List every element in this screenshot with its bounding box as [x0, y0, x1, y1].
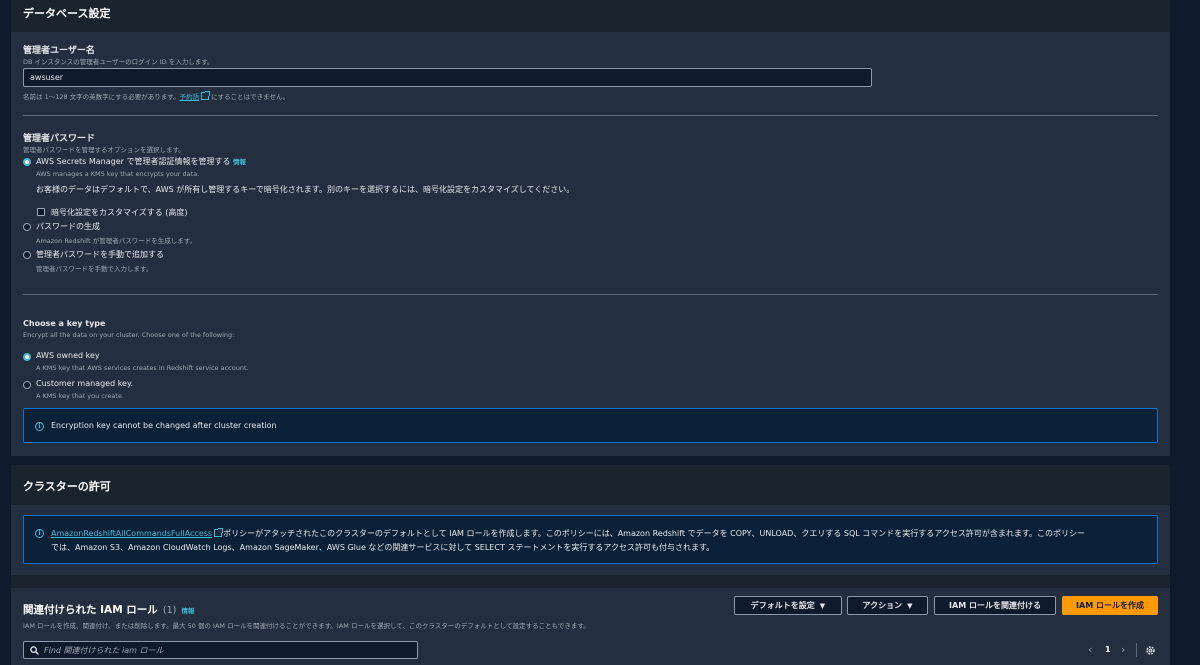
- admin-user-input[interactable]: awsuser: [23, 68, 872, 87]
- admin-password-desc: 管理者パスワードを管理するオプションを選択します。: [23, 146, 185, 154]
- option-manual-password[interactable]: 管理者パスワードを手動で追加する: [36, 249, 164, 260]
- policy-link[interactable]: AmazonRedshiftAllCommandsFullAccess: [51, 529, 212, 538]
- pagination-next[interactable]: ›: [1121, 643, 1125, 656]
- option-secrets-manager-desc: AWS manages a KMS key that encrypts your…: [36, 170, 200, 178]
- cluster-permissions-title: クラスターの許可: [23, 480, 111, 493]
- set-default-button[interactable]: デフォルトを設定 ▼: [734, 596, 842, 615]
- cluster-permissions-alert-line1: AmazonRedshiftAllCommandsFullAccess ポリシーが…: [51, 528, 1085, 539]
- cluster-permissions-panel: クラスターの許可 i AmazonRedshiftAllCommandsFull…: [11, 465, 1170, 665]
- option-secrets-manager[interactable]: AWS Secrets Manager で管理者認証情報を管理する 情報: [36, 156, 246, 167]
- radio-manual-password[interactable]: [23, 251, 31, 259]
- option-customer-managed-key[interactable]: Customer managed key.: [36, 379, 133, 388]
- external-link-icon: [214, 528, 224, 537]
- iam-role-search-input[interactable]: Find 関連付けられた iam ロール: [23, 641, 418, 659]
- radio-generate-password[interactable]: [23, 223, 31, 231]
- cluster-permissions-alert: i AmazonRedshiftAllCommandsFullAccess ポリシ…: [23, 515, 1158, 564]
- customize-encryption-checkbox[interactable]: [37, 208, 45, 216]
- info-icon: i: [35, 529, 44, 538]
- admin-user-value: awsuser: [30, 73, 64, 82]
- caret-down-icon: ▼: [907, 601, 913, 610]
- iam-roles-heading: 関連付けられた IAM ロール (1) 情報: [23, 598, 194, 617]
- option-aws-owned-key-desc: A KMS key that AWS services creates in R…: [36, 364, 249, 372]
- set-default-label: デフォルトを設定: [750, 601, 815, 610]
- hint-text: 名前は 1〜128 文字の英数字にする必要があります。: [23, 93, 180, 101]
- admin-user-desc: DB インスタンスの管理者ユーザーのログイン ID を入力します。: [23, 58, 214, 66]
- customize-encryption-label[interactable]: 暗号化設定をカスタマイズする (高度): [51, 207, 188, 218]
- caret-down-icon: ▼: [819, 601, 826, 610]
- admin-user-hint: 名前は 1〜128 文字の英数字にする必要があります。予約語 にすることはできませ…: [23, 91, 289, 101]
- actions-button[interactable]: アクション ▼: [847, 596, 928, 615]
- database-settings-panel: データベース設定 管理者ユーザー名 DB インスタンスの管理者ユーザーのログイン…: [11, 0, 1170, 456]
- pagination-prev[interactable]: ‹: [1088, 643, 1092, 656]
- admin-password-label: 管理者パスワード: [23, 134, 96, 144]
- option-generate-password[interactable]: パスワードの生成: [36, 221, 100, 232]
- search-placeholder: Find 関連付けられた iam ロール: [44, 645, 164, 655]
- external-link-icon: [201, 91, 211, 100]
- actions-label: アクション: [862, 601, 903, 610]
- database-settings-title: データベース設定: [23, 7, 111, 20]
- encryption-alert-text: Encryption key cannot be changed after c…: [51, 421, 277, 430]
- create-iam-role-button[interactable]: IAM ロールを作成: [1062, 596, 1158, 615]
- iam-roles-count: (1): [162, 605, 177, 616]
- info-link[interactable]: 情報: [233, 158, 246, 166]
- option-aws-owned-key[interactable]: AWS owned key: [36, 351, 100, 360]
- gear-icon[interactable]: [1145, 645, 1156, 656]
- info-link[interactable]: 情報: [181, 607, 194, 615]
- radio-aws-owned-key[interactable]: [23, 353, 31, 361]
- option-secrets-manager-label: AWS Secrets Manager で管理者認証情報を管理する: [36, 157, 231, 166]
- option-manual-password-desc: 管理者パスワードを手動で入力します。: [36, 265, 153, 273]
- section-divider: [23, 115, 1158, 116]
- pagination-divider: [1136, 643, 1137, 657]
- encrypt-note: お客様のデータはデフォルトで、AWS が所有し管理するキーで暗号化されます。別の…: [36, 185, 575, 194]
- section-divider: [23, 294, 1158, 295]
- cluster-permissions-header: クラスターの許可: [11, 465, 1170, 505]
- pagination-current-page[interactable]: 1: [1105, 645, 1111, 654]
- alert-line1-text: ポリシーがアタッチされたこのクラスターのデフォルトとして IAM ロールを作成し…: [223, 529, 1086, 538]
- option-customer-managed-key-desc: A KMS key that you create.: [36, 392, 124, 400]
- info-icon: i: [35, 422, 44, 431]
- iam-roles-divider: [11, 575, 1170, 588]
- search-icon: [30, 645, 39, 655]
- database-settings-header: データベース設定: [11, 0, 1170, 32]
- radio-secrets-manager[interactable]: [23, 158, 31, 166]
- associate-iam-role-button[interactable]: IAM ロールを関連付ける: [934, 596, 1056, 615]
- admin-user-label: 管理者ユーザー名: [23, 46, 95, 56]
- encryption-alert: i Encryption key cannot be changed after…: [23, 408, 1158, 443]
- iam-roles-title: 関連付けられた IAM ロール: [23, 604, 158, 616]
- option-generate-password-desc: Amazon Redshift が管理者パスワードを生成します。: [36, 237, 197, 245]
- radio-customer-managed-key[interactable]: [23, 381, 31, 389]
- reserved-words-link[interactable]: 予約語: [180, 93, 200, 101]
- cluster-permissions-alert-line2: では、Amazon S3、Amazon CloudWatch Logs、Amaz…: [51, 543, 715, 552]
- key-type-desc: Encrypt all the data on your cluster. Ch…: [23, 331, 235, 339]
- hint-text-after: にすることはできません。: [211, 93, 289, 101]
- key-type-label: Choose a key type: [23, 319, 106, 328]
- iam-roles-desc: IAM ロールを作成、関連付け、または削除します。最大 50 個の IAM ロー…: [23, 622, 590, 630]
